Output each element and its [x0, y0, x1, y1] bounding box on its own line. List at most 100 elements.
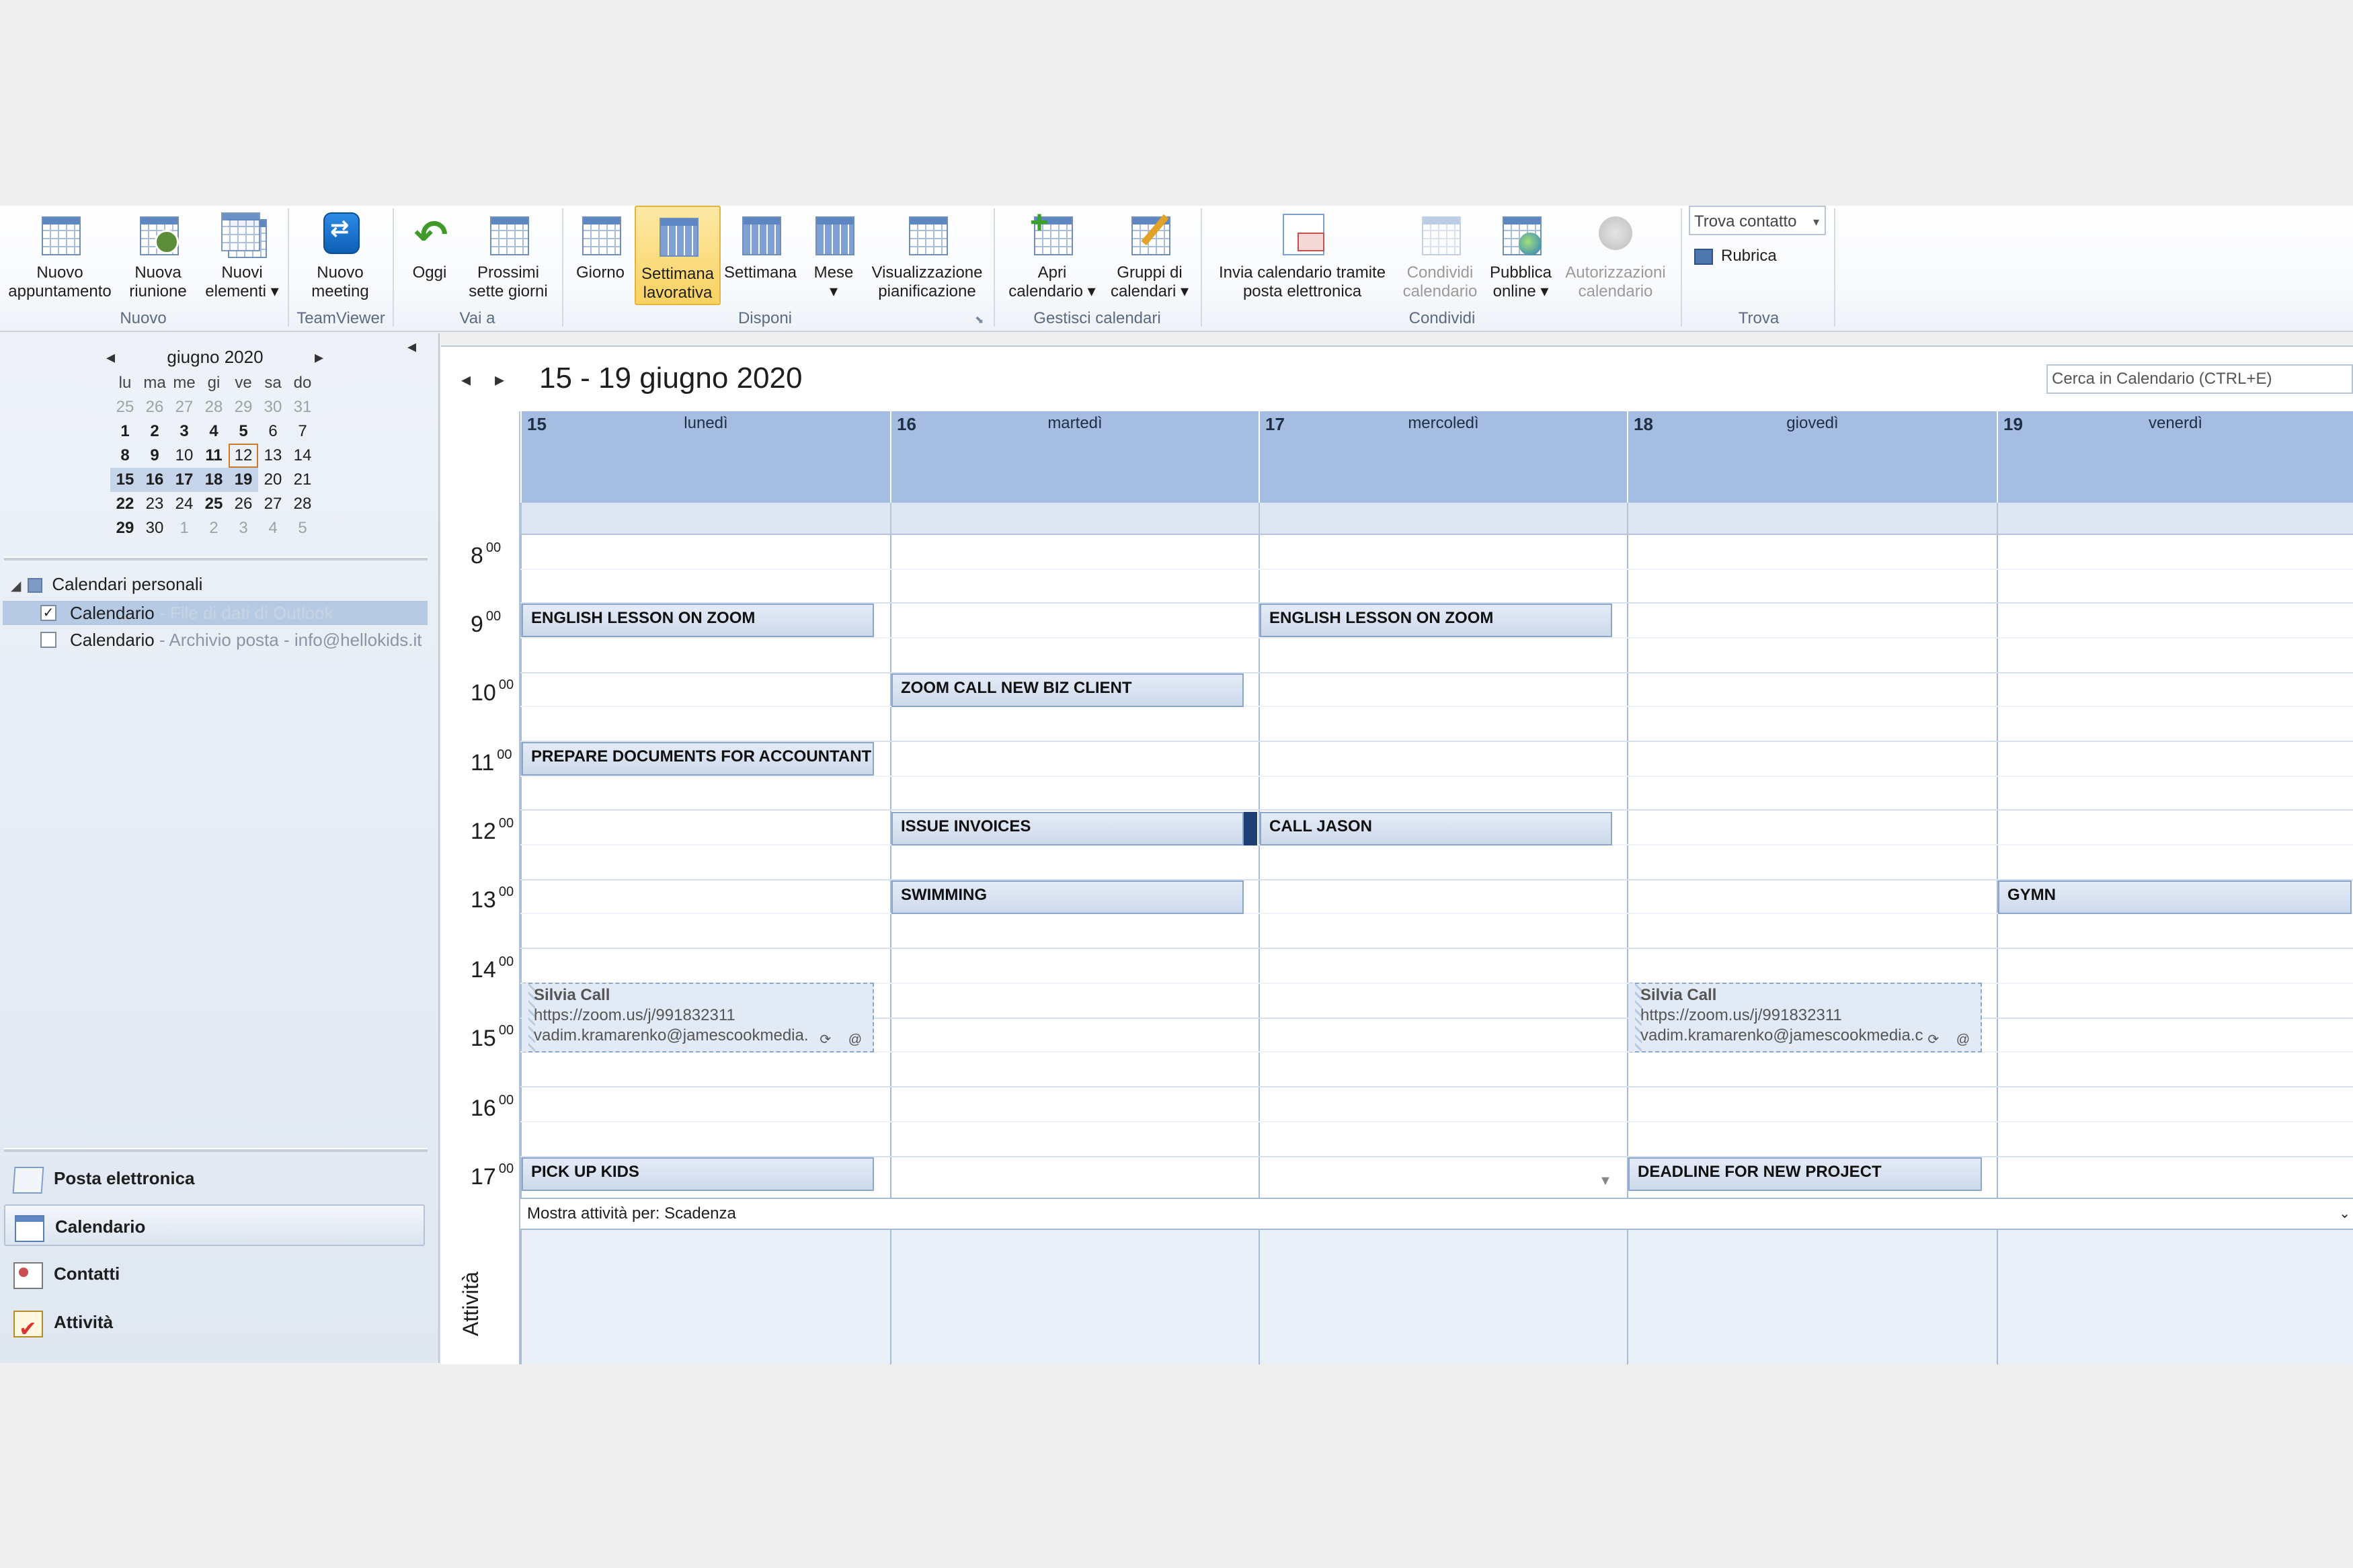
tasks-filter-bar[interactable]: Mostra attività per: Scadenza ⌄	[520, 1198, 2353, 1230]
day-header[interactable]: 16 martedì	[890, 411, 1259, 503]
mini-calendar-day[interactable]: 8	[110, 444, 140, 468]
tasks-day-column[interactable]	[520, 1230, 890, 1364]
personal-calendars-group[interactable]: ◢ Calendari personali	[11, 574, 202, 595]
mini-calendar-day[interactable]: 29	[229, 395, 258, 419]
mini-calendar-day[interactable]: 10	[169, 444, 199, 468]
appointment[interactable]: CALL JASON	[1260, 812, 1612, 845]
new-meeting-button[interactable]: Nuova riunione	[120, 206, 196, 305]
mini-calendar-day[interactable]: 1	[169, 516, 199, 540]
chevron-down-icon[interactable]: ⌄	[2339, 1199, 2350, 1229]
mini-calendar-day[interactable]: 3	[229, 516, 258, 540]
mini-calendar-day[interactable]: 26	[229, 492, 258, 516]
mini-calendar-day[interactable]: 24	[169, 492, 199, 516]
appointment[interactable]: GYMN	[1998, 880, 2352, 914]
appointment[interactable]: ZOOM CALL NEW BIZ CLIENT	[891, 673, 1244, 707]
next-month-icon[interactable]: ▸	[315, 347, 323, 368]
mini-calendar-day[interactable]: 22	[110, 492, 140, 516]
time-grid[interactable]: ENGLISH LESSON ON ZOOM ENGLISH LESSON ON…	[520, 535, 2353, 1207]
more-items-arrow-icon[interactable]: ▼	[1599, 1173, 1612, 1189]
calendar-search-input[interactable]: Cerca in Calendario (CTRL+E)	[2046, 364, 2353, 394]
mini-calendar-day[interactable]: 29	[110, 516, 140, 540]
mini-calendar-day[interactable]: 2	[199, 516, 229, 540]
nav-mail-button[interactable]: Posta elettronica	[4, 1157, 425, 1199]
day-header[interactable]: 15 lunedì	[520, 411, 890, 503]
all-day-cell[interactable]	[1259, 503, 1627, 535]
calendar-checkbox[interactable]	[40, 632, 56, 648]
day-header[interactable]: 19 venerdì	[1997, 411, 2353, 503]
mini-calendar-day[interactable]: 17	[169, 468, 199, 492]
week-view-button[interactable]: Settimana	[721, 206, 800, 305]
nav-calendar-button[interactable]: Calendario	[4, 1204, 425, 1246]
mini-calendar-day[interactable]: 28	[199, 395, 229, 419]
dialog-launcher-icon[interactable]: ⬊	[975, 313, 984, 327]
mini-calendar-day[interactable]: 26	[140, 395, 169, 419]
mini-calendar-day[interactable]: 14	[288, 444, 317, 468]
nav-tasks-button[interactable]: Attività	[4, 1301, 425, 1350]
tentative-appointment[interactable]: Silvia Call https://zoom.us/j/991832311 …	[1628, 983, 1982, 1053]
new-items-button[interactable]: Nuovi elementi ▾	[202, 206, 282, 305]
mini-calendar-day[interactable]: 1	[110, 419, 140, 444]
mini-calendar-day[interactable]: 4	[258, 516, 288, 540]
mini-calendar-day[interactable]: 11	[199, 444, 229, 468]
mini-calendar-day[interactable]: 6	[258, 419, 288, 444]
day-column[interactable]	[1997, 535, 2353, 1207]
open-calendar-button[interactable]: + Apri calendario ▾	[1002, 206, 1103, 305]
calendar-item-outlook[interactable]: ✓ Calendario - File di dati di Outlook	[3, 601, 428, 625]
appointment[interactable]: SWIMMING	[891, 880, 1244, 914]
mini-calendar-day[interactable]: 30	[140, 516, 169, 540]
all-day-cell[interactable]	[1627, 503, 1997, 535]
collapse-pane-icon[interactable]: ◂	[407, 336, 416, 357]
expand-triangle-icon[interactable]: ◢	[11, 579, 21, 593]
mini-calendar-day[interactable]: 25	[110, 395, 140, 419]
prev-week-icon[interactable]: ◂	[461, 368, 471, 390]
schedule-view-button[interactable]: Visualizzazione pianificazione	[867, 206, 987, 305]
mini-calendar-day[interactable]: 18	[199, 468, 229, 492]
mini-calendar-day[interactable]: 15	[110, 468, 140, 492]
mini-calendar-day[interactable]: 31	[288, 395, 317, 419]
day-column[interactable]	[1627, 535, 1997, 1207]
tasks-day-column[interactable]	[1997, 1230, 2353, 1364]
mini-calendar-day[interactable]: 20	[258, 468, 288, 492]
mini-calendar-day[interactable]: 5	[288, 516, 317, 540]
all-day-cell[interactable]	[890, 503, 1259, 535]
tasks-day-column[interactable]	[1627, 1230, 1997, 1364]
calendar-groups-button[interactable]: Gruppi di calendari ▾	[1104, 206, 1195, 305]
appointment[interactable]: ENGLISH LESSON ON ZOOM	[1260, 604, 1612, 637]
mini-calendar-day[interactable]: 2	[140, 419, 169, 444]
mini-calendar-day[interactable]: 7	[288, 419, 317, 444]
mini-calendar-day[interactable]: 3	[169, 419, 199, 444]
appointment[interactable]: DEADLINE FOR NEW PROJECT	[1628, 1157, 1982, 1191]
mini-calendar-day[interactable]: 25	[199, 492, 229, 516]
publish-online-button[interactable]: Pubblica online ▾	[1484, 206, 1557, 305]
nav-contacts-button[interactable]: Contatti	[4, 1253, 425, 1294]
day-view-button[interactable]: Giorno	[569, 206, 632, 305]
calendar-permissions-button[interactable]: Autorizzazioni calendario	[1558, 206, 1673, 305]
mini-calendar-day[interactable]: 21	[288, 468, 317, 492]
mini-calendar-day[interactable]: 4	[199, 419, 229, 444]
daily-tasks-list[interactable]	[520, 1230, 2353, 1364]
mini-calendar-today[interactable]: 12	[229, 444, 258, 468]
appointment[interactable]: ISSUE INVOICES	[891, 812, 1244, 845]
appointment[interactable]: PICK UP KIDS	[522, 1157, 874, 1191]
appointment[interactable]: PREPARE DOCUMENTS FOR ACCOUNTANT	[522, 742, 874, 776]
pane-divider[interactable]	[4, 556, 428, 561]
mini-calendar-day[interactable]: 23	[140, 492, 169, 516]
today-button[interactable]: ↶ Oggi	[401, 206, 458, 305]
mini-calendar-day[interactable]: 5	[229, 419, 258, 444]
appointment[interactable]: ENGLISH LESSON ON ZOOM	[522, 604, 874, 637]
calendar-item-archive[interactable]: Calendario - Archivio posta - info@hello…	[3, 628, 428, 652]
work-week-view-button[interactable]: Settimana lavorativa	[635, 206, 721, 305]
teamviewer-meeting-button[interactable]: Nuovo meeting	[293, 206, 387, 305]
month-view-button[interactable]: Mese ▾	[803, 206, 865, 305]
tasks-day-column[interactable]	[890, 1230, 1259, 1364]
mini-calendar-day[interactable]: 19	[229, 468, 258, 492]
pane-divider[interactable]	[4, 1148, 428, 1152]
next-week-icon[interactable]: ▸	[495, 368, 504, 390]
calendar-checkbox[interactable]: ✓	[40, 605, 56, 621]
all-day-cell[interactable]	[1997, 503, 2353, 535]
mini-calendar-day[interactable]: 27	[258, 492, 288, 516]
all-day-cell[interactable]	[520, 503, 890, 535]
day-header[interactable]: 17 mercoledì	[1259, 411, 1627, 503]
new-appointment-button[interactable]: Nuovo appuntamento	[3, 206, 117, 305]
tentative-appointment[interactable]: Silvia Call https://zoom.us/j/991832311 …	[522, 983, 874, 1053]
